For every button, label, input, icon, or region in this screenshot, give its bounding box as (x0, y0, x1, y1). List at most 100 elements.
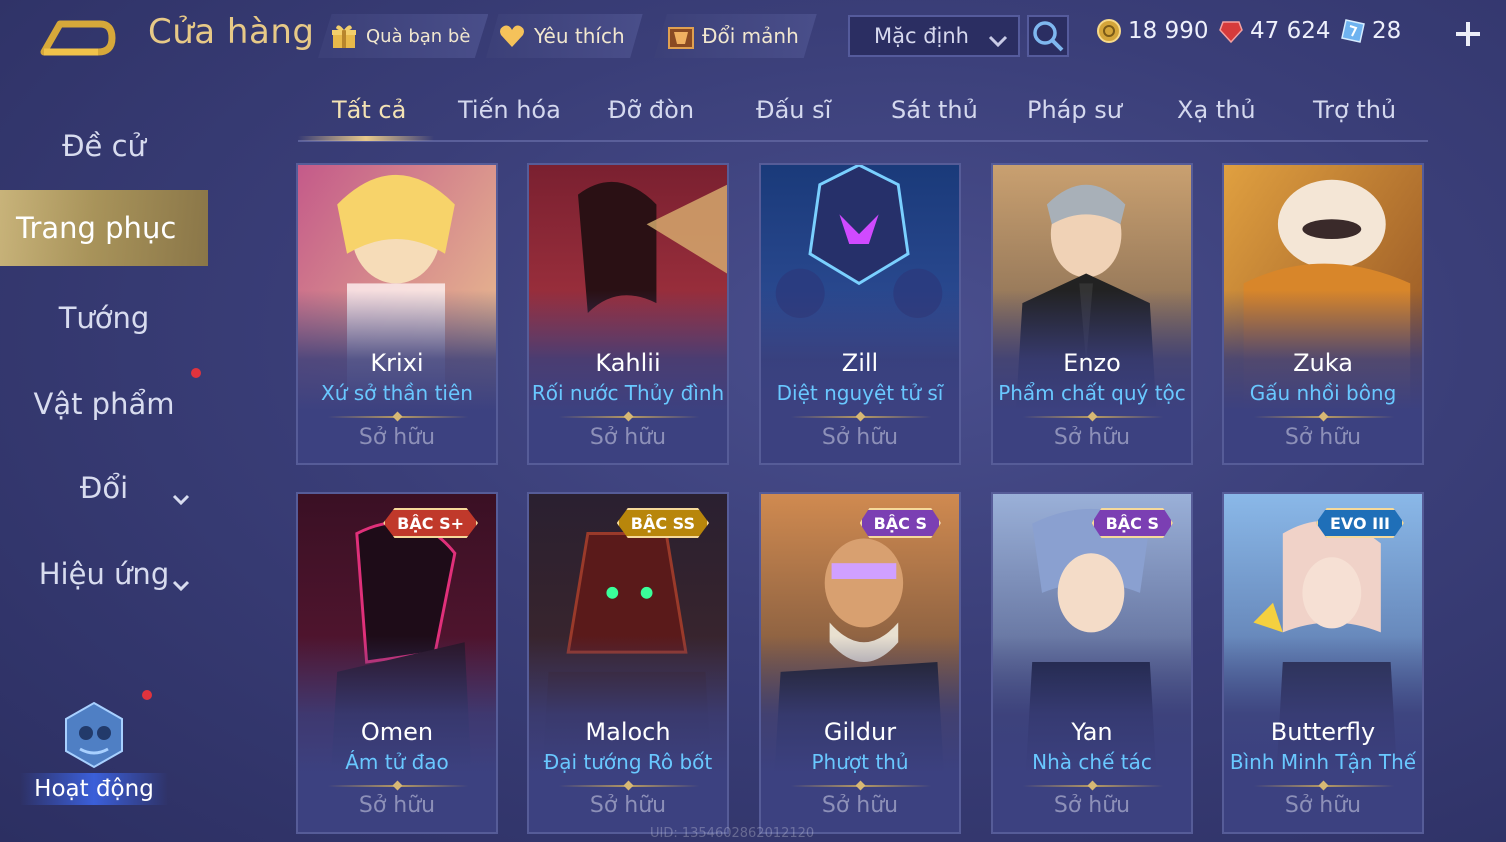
hero-name: Zuka (1293, 349, 1353, 377)
sidebar-item-exchange[interactable]: Đổi (0, 450, 208, 526)
skin-name: Diệt nguyệt tử sĩ (776, 381, 944, 405)
sidebar-item-recommended[interactable]: Đề cử (0, 108, 208, 184)
hero-name: Gildur (823, 718, 897, 746)
skin-card[interactable]: BẬC S Gildur Phượt thủ Sở hữu (759, 492, 961, 834)
tab-marksman[interactable]: Xạ thủ (1177, 96, 1256, 124)
sidebar-item-items[interactable]: Vật phẩm (0, 366, 208, 442)
notification-dot (191, 368, 201, 378)
owned-status: Sở hữu (1053, 425, 1131, 450)
tier-badge: BẬC SS (616, 508, 709, 538)
tab-tank[interactable]: Đỡ đòn (608, 96, 694, 124)
event-orb-icon (56, 699, 132, 771)
sort-dropdown[interactable]: Mặc định (848, 15, 1020, 57)
back-arrow-icon[interactable] (38, 16, 116, 56)
skin-card[interactable]: BẬC SS Maloch Đại tướng Rô bốt Sở hữu (527, 492, 729, 834)
voucher-amount: 28 (1372, 18, 1402, 44)
gold-coin-icon (1096, 18, 1122, 44)
skin-card[interactable]: Krixi Xứ sở thần tiên Sở hữu (296, 163, 498, 465)
hero-name: Enzo (1063, 349, 1121, 377)
owned-status: Sở hữu (589, 793, 667, 818)
gold-amount: 18 990 (1128, 18, 1209, 44)
category-tabs: Tất cả Tiến hóa Đỡ đòn Đấu sĩ Sát thủ Ph… (298, 88, 1428, 142)
search-icon (1029, 21, 1067, 59)
skin-card[interactable]: BẬC S Yan Nhà chế tác Sở hữu (991, 492, 1193, 834)
gold-balance: 18 990 (1096, 18, 1208, 44)
sidebar-item-effects[interactable]: Hiệu ứng (0, 536, 208, 612)
hero-name: Krixi (370, 349, 424, 377)
search-button[interactable] (1027, 15, 1069, 57)
plus-icon[interactable] (1452, 16, 1484, 52)
skin-name: Xứ sở thần tiên (321, 381, 473, 405)
top-bar: Cửa hàng Quà bạn bè Yêu thích Đổi mảnh M… (0, 0, 1506, 70)
skin-card[interactable]: BẬC S+ Omen Ám tử đao Sở hữu (296, 492, 498, 834)
active-tab-indicator (298, 136, 434, 141)
chevron-down-icon (172, 480, 190, 506)
sidebar-item-heroes[interactable]: Tướng (0, 280, 208, 356)
chevron-down-icon (172, 566, 190, 592)
hero-name: Kahlii (595, 349, 661, 377)
favorite-label: Yêu thích (534, 24, 625, 48)
sidebar-item-label: Đề cử (62, 129, 146, 163)
sidebar-item-skins[interactable]: Trang phục (0, 190, 208, 266)
sort-dropdown-value: Mặc định (874, 24, 969, 48)
chevron-down-icon (988, 29, 1008, 48)
skin-name: Phượt thủ (811, 750, 909, 774)
hero-name: Yan (1071, 718, 1113, 746)
skin-card[interactable]: Zill Diệt nguyệt tử sĩ Sở hữu (759, 163, 961, 465)
tier-badge: BẬC S (1091, 508, 1173, 538)
heart-icon (498, 22, 526, 50)
owned-status: Sở hữu (358, 425, 436, 450)
skin-card[interactable]: EVO III Butterfly Bình Minh Tận Thế Sở h… (1222, 492, 1424, 834)
hero-name: Omen (360, 718, 434, 746)
hero-name: Butterfly (1270, 718, 1376, 746)
sidebar-item-label: Tướng (58, 301, 150, 335)
favorite-button[interactable]: Yêu thích (486, 14, 643, 58)
hero-name: Zill (841, 349, 879, 377)
owned-status: Sở hữu (821, 793, 899, 818)
owned-status: Sở hữu (358, 793, 436, 818)
tier-badge: BẬC S (859, 508, 941, 538)
sidebar-item-label: Vật phẩm (33, 387, 175, 421)
tab-assassin[interactable]: Sát thủ (891, 96, 978, 124)
owned-status: Sở hữu (1053, 793, 1131, 818)
owned-status: Sở hữu (821, 425, 899, 450)
owned-status: Sở hữu (589, 425, 667, 450)
sidebar-item-label: Hiệu ứng (38, 557, 170, 591)
fragment-chest-icon (666, 22, 694, 50)
page-title: Cửa hàng (148, 12, 315, 52)
tab-support[interactable]: Trợ thủ (1313, 96, 1396, 124)
event-button[interactable]: Hoạt động (20, 695, 168, 815)
tier-badge: BẬC S+ (383, 508, 478, 538)
event-label: Hoạt động (20, 773, 168, 805)
gem-amount: 47 624 (1250, 18, 1331, 44)
voucher-icon (1340, 18, 1366, 44)
skin-name: Phẩm chất quý tộc (998, 381, 1186, 405)
tier-badge: EVO III (1315, 508, 1404, 538)
skin-name: Rối nước Thủy đình (531, 381, 725, 405)
skin-name: Gấu nhồi bông (1249, 381, 1397, 405)
exchange-fragments-button[interactable]: Đổi mảnh (654, 14, 817, 58)
uid-watermark: UID: 1354602862012120 (650, 826, 815, 841)
friend-gift-button[interactable]: Quà bạn bè (318, 14, 489, 58)
skin-card[interactable]: Zuka Gấu nhồi bông Sở hữu (1222, 163, 1424, 465)
exchange-fragments-label: Đổi mảnh (702, 24, 799, 48)
skin-name: Nhà chế tác (1032, 750, 1152, 774)
skin-card[interactable]: Enzo Phẩm chất quý tộc Sở hữu (991, 163, 1193, 465)
skin-name: Ám tử đao (345, 750, 449, 774)
gem-balance: 47 624 (1218, 18, 1330, 44)
skin-name: Đại tướng Rô bốt (543, 750, 713, 774)
owned-status: Sở hữu (1284, 425, 1362, 450)
gift-icon (330, 22, 358, 50)
friend-gift-label: Quà bạn bè (366, 25, 471, 47)
red-gem-icon (1218, 18, 1244, 44)
sidebar-item-label: Đổi (79, 471, 129, 505)
skin-card[interactable]: Kahlii Rối nước Thủy đình Sở hữu (527, 163, 729, 465)
hero-name: Maloch (585, 718, 671, 746)
skin-name: Bình Minh Tận Thế (1229, 750, 1417, 774)
tab-all[interactable]: Tất cả (332, 96, 406, 124)
voucher-balance: 28 (1340, 18, 1401, 44)
tab-mage[interactable]: Pháp sư (1027, 96, 1122, 124)
tab-fighter[interactable]: Đấu sĩ (756, 96, 831, 124)
tab-evolution[interactable]: Tiến hóa (458, 96, 561, 124)
owned-status: Sở hữu (1284, 793, 1362, 818)
